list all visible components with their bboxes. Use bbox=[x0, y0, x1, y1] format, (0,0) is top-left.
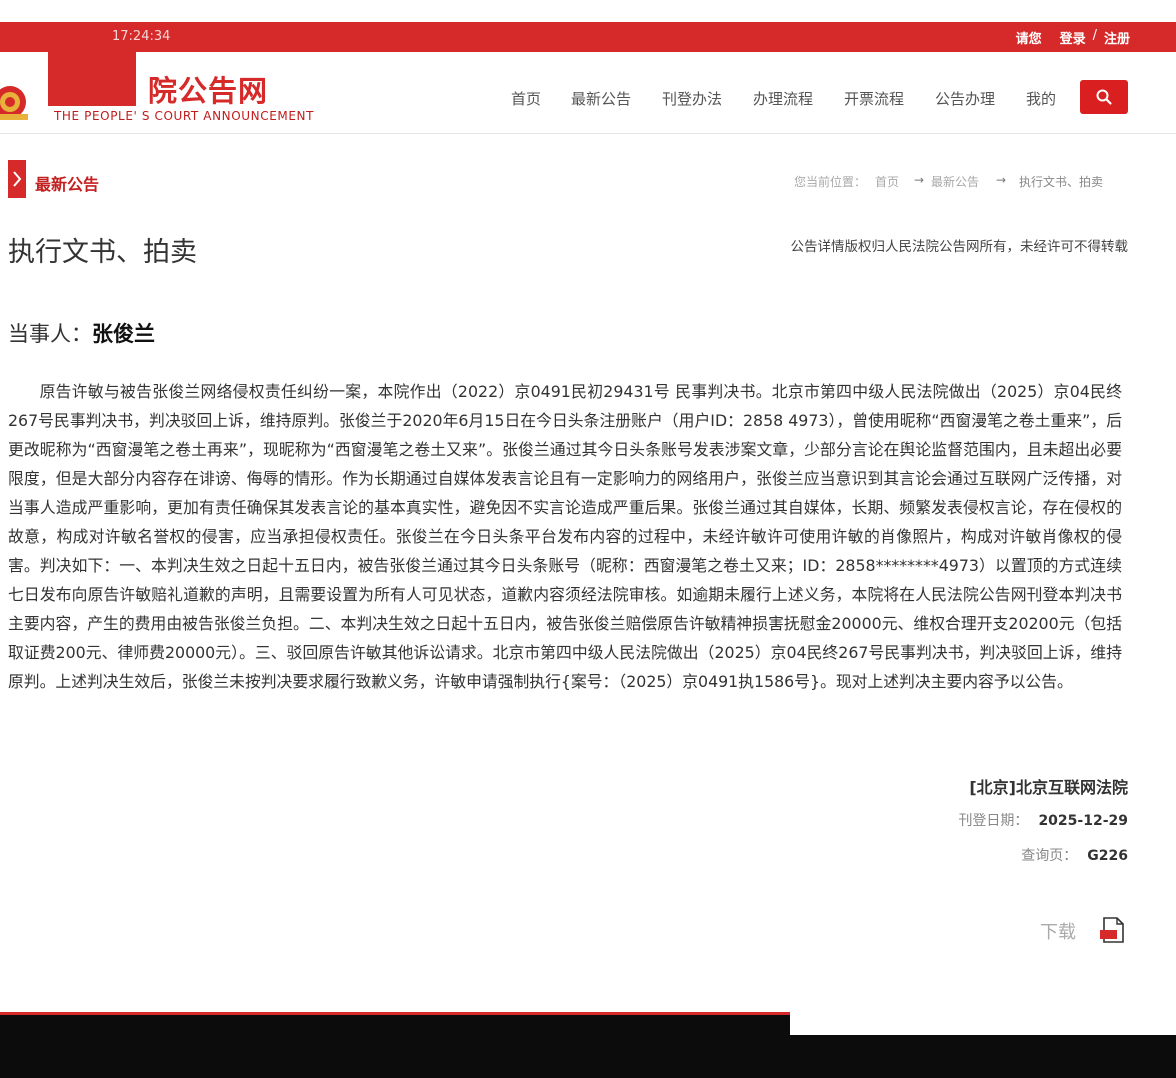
publish-date: 2025-12-29 bbox=[1038, 813, 1128, 829]
breadcrumb-arrow-2: → bbox=[996, 173, 1007, 187]
notice-body-text: 原告许敏与被告张俊兰网络侵权责任纠纷一案，本院作出（2022）京0491民初29… bbox=[8, 382, 1122, 691]
page-title: 执行文书、拍卖 bbox=[8, 237, 197, 268]
section-title: 最新公告 bbox=[35, 175, 100, 194]
publish-date-label: 刊登日期： bbox=[958, 813, 1029, 829]
logo-mark bbox=[48, 52, 136, 106]
chevron-right-icon bbox=[13, 171, 22, 187]
issuing-court: [北京]北京互联网法院 bbox=[969, 778, 1128, 797]
party-line: 当事人：张俊兰 bbox=[8, 318, 155, 348]
nav-mine[interactable]: 我的 bbox=[1026, 88, 1056, 109]
search-icon bbox=[1096, 89, 1112, 105]
nav-process[interactable]: 办理流程 bbox=[753, 88, 813, 109]
party-label: 当事人： bbox=[8, 322, 92, 346]
breadcrumb-latest[interactable]: 最新公告 bbox=[931, 173, 979, 190]
nav-home[interactable]: 首页 bbox=[511, 88, 541, 109]
publish-date-row: 刊登日期： 2025-12-29 bbox=[958, 810, 1128, 830]
login-link[interactable]: 登录 bbox=[1060, 28, 1086, 47]
nav-publish-method[interactable]: 刊登办法 bbox=[662, 88, 722, 109]
query-page: G226 bbox=[1087, 848, 1128, 864]
site-logo-text[interactable]: 院公告网 bbox=[148, 68, 268, 110]
register-link[interactable]: 注册 bbox=[1104, 28, 1130, 47]
copyright-notice: 公告详情版权归人民法院公告网所有，未经许可不得转载 bbox=[790, 239, 1129, 255]
query-page-row: 查询页： G226 bbox=[1021, 845, 1128, 865]
nav-latest-notices[interactable]: 最新公告 bbox=[571, 88, 631, 109]
search-button[interactable] bbox=[1080, 80, 1128, 114]
header-divider bbox=[0, 133, 1176, 134]
nav-invoice-process[interactable]: 开票流程 bbox=[844, 88, 904, 109]
top-links: 请您 登录 / 注册 bbox=[1016, 28, 1130, 47]
link-separator: / bbox=[1092, 28, 1097, 43]
screen-glare bbox=[790, 985, 1176, 1035]
nav-notice-handling[interactable]: 公告办理 bbox=[935, 88, 995, 109]
clock-time: 17:24:34 bbox=[112, 29, 171, 44]
breadcrumb-arrow: → bbox=[914, 173, 925, 187]
site-logo-english: THE PEOPLE' S COURT ANNOUNCEMENT bbox=[54, 109, 315, 123]
breadcrumb-prefix: 您当前位置： bbox=[794, 175, 867, 189]
download-link[interactable]: 下载 bbox=[1040, 918, 1076, 944]
court-emblem-icon bbox=[0, 86, 28, 120]
notice-body: 原告许敏与被告张俊兰网络侵权责任纠纷一案，本院作出（2022）京0491民初29… bbox=[8, 377, 1122, 696]
query-page-label: 查询页： bbox=[1021, 848, 1078, 864]
breadcrumb-current: 执行文书、拍卖 bbox=[1019, 175, 1104, 189]
greeting-text: 请您 bbox=[1015, 32, 1042, 47]
section-marker bbox=[8, 160, 26, 198]
pdf-file-icon[interactable] bbox=[1098, 916, 1128, 944]
breadcrumb-home[interactable]: 首页 bbox=[875, 173, 899, 190]
party-name: 张俊兰 bbox=[92, 322, 155, 346]
top-bar bbox=[0, 22, 1176, 52]
